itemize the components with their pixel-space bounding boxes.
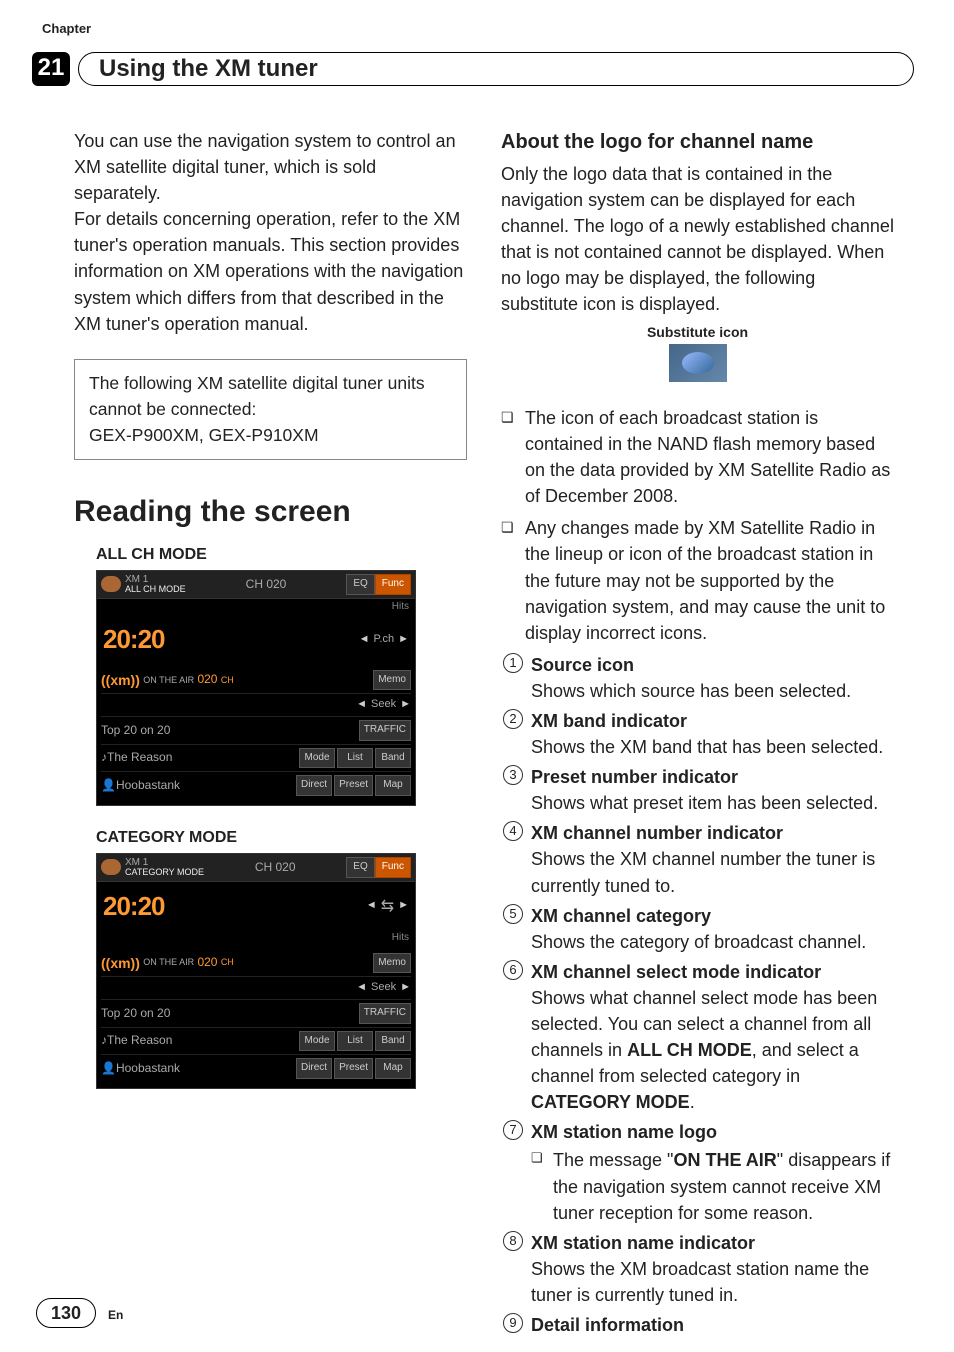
source-icon bbox=[101, 859, 121, 875]
left-arrow-icon: ◄ bbox=[359, 632, 370, 648]
band-button[interactable]: Band bbox=[375, 748, 411, 769]
mode-button[interactable]: Mode bbox=[299, 1031, 335, 1052]
direct-button[interactable]: Direct bbox=[296, 1058, 332, 1079]
station-logo-row: ((xm)) ON THE AIR 020 CH bbox=[101, 670, 234, 690]
legend-item-3: Preset number indicator Shows what prese… bbox=[531, 764, 894, 816]
preset-button[interactable]: Preset bbox=[334, 775, 373, 796]
clock-display: 20:20 bbox=[103, 621, 165, 659]
mode-button[interactable]: Mode bbox=[299, 748, 335, 769]
page-title: Using the XM tuner bbox=[78, 52, 914, 86]
page-number: 130 bbox=[36, 1298, 96, 1328]
right-arrow-icon: ► bbox=[398, 632, 409, 648]
incompatible-line1: The following XM satellite digital tuner… bbox=[89, 370, 452, 423]
channel-number: CH 020 bbox=[255, 859, 296, 876]
mode-indicator: ALL CH MODE bbox=[125, 585, 186, 594]
legend-item-4: XM channel number indicator Shows the XM… bbox=[531, 820, 894, 898]
song-title: ♪ The Reason bbox=[101, 749, 172, 766]
category-nav[interactable]: ◄ ⇆ ► bbox=[366, 895, 409, 918]
func-button[interactable]: Func bbox=[375, 574, 411, 595]
note-bullet: The icon of each broadcast station is co… bbox=[525, 405, 894, 509]
intro-paragraph-2: For details concerning operation, refer … bbox=[74, 206, 467, 336]
preset-button[interactable]: Preset bbox=[334, 1058, 373, 1079]
channel-number: CH 020 bbox=[246, 576, 287, 593]
artist-name: 👤 Hoobastank bbox=[101, 1060, 180, 1077]
legend-item-6: XM channel select mode indicator Shows w… bbox=[531, 959, 894, 1116]
section-heading: Reading the screen bbox=[74, 490, 467, 534]
eq-button[interactable]: EQ bbox=[346, 574, 374, 595]
band-button[interactable]: Band bbox=[375, 1031, 411, 1052]
incompatible-box: The following XM satellite digital tuner… bbox=[74, 359, 467, 460]
category-hits: Hits bbox=[97, 931, 415, 948]
legend-item-7: XM station name logo The message "ON THE… bbox=[531, 1119, 894, 1225]
page-lang: En bbox=[108, 1307, 123, 1324]
legend-item-9: Detail information bbox=[531, 1312, 894, 1338]
list-button[interactable]: List bbox=[337, 1031, 373, 1052]
clock-display: 20:20 bbox=[103, 888, 165, 926]
song-title: ♪ The Reason bbox=[101, 1032, 172, 1049]
legend-item-1: Source icon Shows which source has been … bbox=[531, 652, 894, 704]
category-hits: Hits bbox=[97, 599, 415, 616]
intro-paragraph-1: You can use the navigation system to con… bbox=[74, 128, 467, 206]
category-swap-icon: ⇆ bbox=[381, 895, 394, 918]
eq-button[interactable]: EQ bbox=[346, 857, 374, 878]
station-logo-row: ((xm)) ON THE AIR 020 CH bbox=[101, 953, 234, 973]
station-name: Top 20 on 20 bbox=[101, 1005, 170, 1022]
mode-label-category: CATEGORY MODE bbox=[96, 826, 467, 849]
legend-item-8: XM station name indicator Shows the XM b… bbox=[531, 1230, 894, 1308]
traffic-button[interactable]: TRAFFIC bbox=[359, 1003, 411, 1024]
traffic-button[interactable]: TRAFFIC bbox=[359, 720, 411, 741]
memo-button[interactable]: Memo bbox=[373, 670, 411, 691]
seek-control[interactable]: ◄Seek► bbox=[356, 697, 411, 713]
screenshot-allch: XM 1 ALL CH MODE CH 020 EQ Func Hits 20:… bbox=[96, 570, 467, 806]
chapter-label: Chapter bbox=[42, 20, 91, 39]
source-icon bbox=[101, 576, 121, 592]
mode-label-allch: ALL CH MODE bbox=[96, 543, 467, 566]
mode-indicator: CATEGORY MODE bbox=[125, 868, 204, 877]
right-column: About the logo for channel name Only the… bbox=[501, 128, 894, 1342]
list-button[interactable]: List bbox=[337, 748, 373, 769]
legend-item-5: XM channel category Shows the category o… bbox=[531, 903, 894, 955]
legend-item-7-sub: The message "ON THE AIR" disappears if t… bbox=[553, 1147, 894, 1225]
left-column: You can use the navigation system to con… bbox=[74, 128, 467, 1342]
screenshot-category: XM 1 CATEGORY MODE CH 020 EQ Func 20:20 … bbox=[96, 853, 467, 1089]
func-button[interactable]: Func bbox=[375, 857, 411, 878]
legend-item-2: XM band indicator Shows the XM band that… bbox=[531, 708, 894, 760]
chapter-number: 21 bbox=[32, 52, 70, 86]
map-button[interactable]: Map bbox=[375, 1058, 411, 1079]
about-logo-heading: About the logo for channel name bbox=[501, 128, 894, 157]
seek-control[interactable]: ◄Seek► bbox=[356, 980, 411, 996]
about-logo-paragraph: Only the logo data that is contained in … bbox=[501, 161, 894, 318]
pch-control[interactable]: ◄ P.ch ► bbox=[359, 632, 409, 648]
map-button[interactable]: Map bbox=[375, 775, 411, 796]
substitute-icon bbox=[669, 344, 727, 382]
note-bullet: Any changes made by XM Satellite Radio i… bbox=[525, 515, 894, 645]
substitute-icon-caption: Substitute icon bbox=[501, 322, 894, 342]
incompatible-line2: GEX-P900XM, GEX-P910XM bbox=[89, 422, 452, 448]
direct-button[interactable]: Direct bbox=[296, 775, 332, 796]
artist-name: 👤 Hoobastank bbox=[101, 777, 180, 794]
memo-button[interactable]: Memo bbox=[373, 953, 411, 974]
station-name: Top 20 on 20 bbox=[101, 722, 170, 739]
